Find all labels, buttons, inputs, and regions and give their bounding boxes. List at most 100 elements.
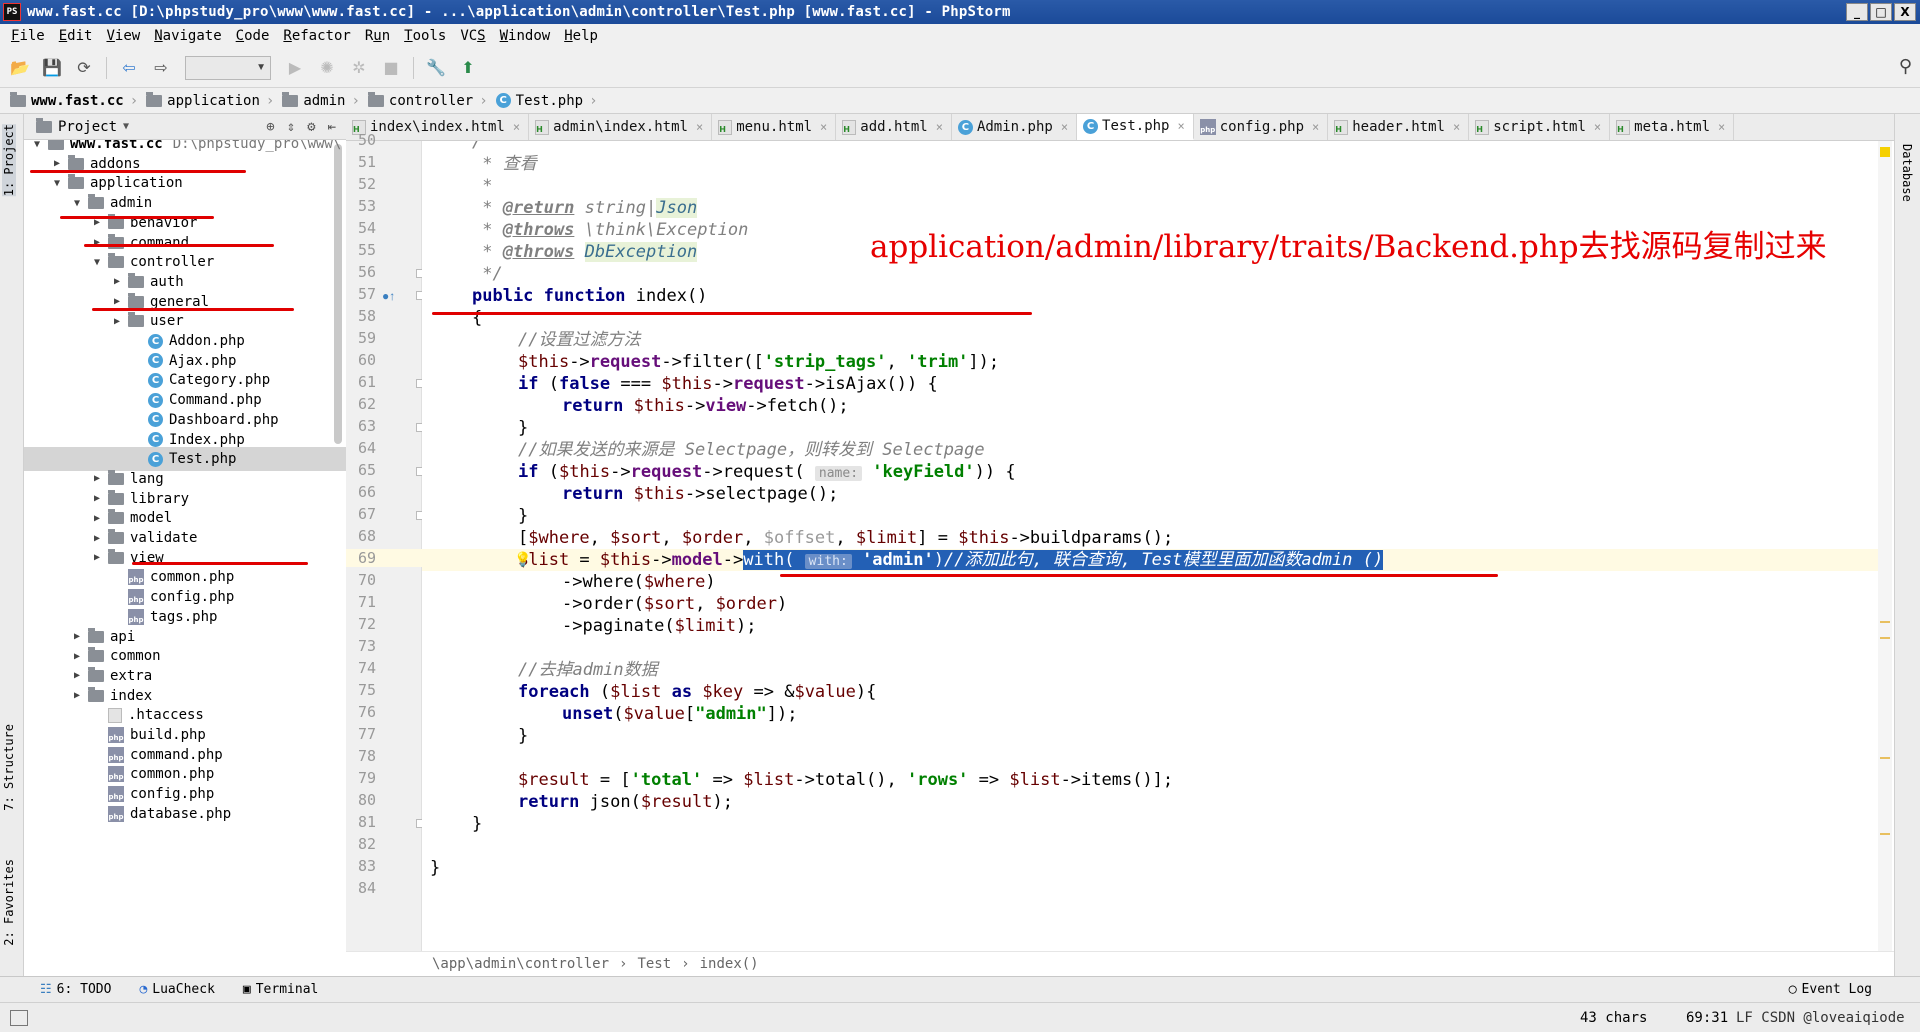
tool-tab-favorites[interactable]: 2: Favorites bbox=[2, 859, 16, 946]
run-configuration-select[interactable]: ▼ bbox=[185, 55, 271, 80]
error-stripe[interactable] bbox=[1878, 141, 1892, 951]
close-tab-icon[interactable]: × bbox=[1453, 120, 1460, 134]
minimize-button[interactable]: _ bbox=[1846, 3, 1868, 21]
stop-icon[interactable]: ■ bbox=[377, 54, 405, 82]
gear-icon[interactable]: ⚙ bbox=[307, 119, 315, 135]
sync-icon[interactable]: ⟳ bbox=[70, 54, 98, 82]
tool-tab-project[interactable]: 1: Project bbox=[2, 124, 16, 197]
crumb-class[interactable]: Test bbox=[637, 956, 671, 972]
chevron-right-icon[interactable]: ▶ bbox=[110, 276, 124, 287]
close-tab-icon[interactable]: × bbox=[1312, 120, 1319, 134]
hide-panel-icon[interactable]: ⇤ bbox=[328, 119, 336, 135]
tree-item-label: Command.php bbox=[169, 392, 262, 409]
editor-tab[interactable]: Hadmin\index.html × bbox=[529, 114, 713, 140]
close-tab-icon[interactable]: × bbox=[1594, 120, 1601, 134]
editor-tab[interactable]: Hmenu.html × bbox=[712, 114, 837, 140]
dropdown-arrow-icon[interactable]: ▼ bbox=[123, 121, 129, 132]
folder-icon bbox=[108, 529, 124, 544]
event-log-button[interactable]: ◯ Event Log bbox=[1789, 982, 1872, 997]
close-tab-icon[interactable]: × bbox=[1177, 119, 1184, 133]
locate-target-icon[interactable]: ⊕ bbox=[266, 119, 274, 135]
breadcrumb-item[interactable]: C Test.php bbox=[495, 93, 589, 109]
editor-tab[interactable]: php config.php × bbox=[1194, 114, 1329, 140]
chevron-right-icon[interactable]: ▶ bbox=[70, 631, 84, 642]
chevron-right-icon[interactable]: ▶ bbox=[70, 670, 84, 681]
open-folder-icon[interactable]: 📂 bbox=[6, 54, 34, 82]
menu-item-7[interactable]: Tools bbox=[397, 28, 453, 44]
tree-item[interactable]: php database.php bbox=[24, 802, 346, 826]
tool-tab-structure[interactable]: 7: Structure bbox=[2, 724, 16, 811]
tree-item-label: library bbox=[130, 490, 190, 507]
breadcrumb-item[interactable]: application bbox=[146, 91, 266, 109]
editor-tab[interactable]: C Admin.php × bbox=[952, 114, 1078, 140]
status-bar: 43 chars 69:31 LF CSDN @loveaiqiode bbox=[0, 1002, 1920, 1032]
editor-tab[interactable]: Hscript.html × bbox=[1469, 114, 1611, 140]
menu-item-1[interactable]: Edit bbox=[52, 28, 100, 44]
chevron-right-icon[interactable]: ▶ bbox=[70, 690, 84, 701]
chevron-right-icon[interactable]: ▶ bbox=[90, 513, 104, 524]
debug-icon[interactable]: ✺ bbox=[313, 54, 341, 82]
chevron-right-icon[interactable]: ▶ bbox=[70, 651, 84, 662]
chevron-right-icon[interactable]: ▶ bbox=[90, 493, 104, 504]
line-number: 82 bbox=[357, 835, 376, 853]
close-button[interactable]: X bbox=[1894, 3, 1916, 21]
caret-position[interactable]: 69:31 bbox=[1686, 1010, 1728, 1026]
editor-tab[interactable]: Hadd.html × bbox=[836, 114, 952, 140]
settings-wrench-icon[interactable]: 🔧 bbox=[422, 54, 450, 82]
editor-tab[interactable]: C Test.php × bbox=[1077, 114, 1194, 140]
save-all-icon[interactable]: 💾 bbox=[38, 54, 66, 82]
lightbulb-icon[interactable]: 💡 bbox=[514, 551, 531, 568]
menu-item-2[interactable]: View bbox=[99, 28, 147, 44]
close-tab-icon[interactable]: × bbox=[1061, 120, 1068, 134]
editor-tab[interactable]: Hmeta.html × bbox=[1610, 114, 1735, 140]
collapse-all-icon[interactable]: ⇕ bbox=[287, 119, 295, 135]
todo-tool-button[interactable]: ☷ 6: TODO bbox=[40, 982, 111, 997]
editor-tab[interactable]: Hheader.html × bbox=[1328, 114, 1470, 140]
crumb-method[interactable]: index() bbox=[700, 956, 759, 972]
line-number: 56 bbox=[357, 263, 376, 281]
chevron-down-icon[interactable]: ▼ bbox=[30, 140, 44, 150]
chevron-right-icon[interactable]: ▶ bbox=[90, 473, 104, 484]
chevron-right-icon[interactable]: ▶ bbox=[90, 533, 104, 544]
search-icon[interactable]: ⚲ bbox=[1899, 56, 1912, 77]
chevron-down-icon[interactable]: ▼ bbox=[70, 198, 84, 209]
project-panel-title[interactable]: Project bbox=[58, 119, 117, 135]
breadcrumb-item[interactable]: admin bbox=[282, 91, 351, 109]
menu-item-9[interactable]: Window bbox=[493, 28, 558, 44]
project-structure-icon[interactable]: ⬆ bbox=[454, 54, 482, 82]
override-marker-icon[interactable]: ●↑ bbox=[382, 289, 395, 303]
chevron-right-icon[interactable]: ▶ bbox=[50, 158, 64, 169]
chevron-down-icon[interactable]: ▼ bbox=[90, 257, 104, 268]
breadcrumb-item[interactable]: controller bbox=[367, 91, 479, 109]
coverage-icon[interactable]: ✲ bbox=[345, 54, 373, 82]
menu-item-8[interactable]: VCS bbox=[453, 28, 492, 44]
menu-item-6[interactable]: Run bbox=[358, 28, 397, 44]
close-tab-icon[interactable]: × bbox=[513, 120, 520, 134]
crumb-namespace[interactable]: \app\admin\controller bbox=[432, 956, 609, 972]
maximize-button[interactable]: □ bbox=[1870, 3, 1892, 21]
breadcrumb-item[interactable]: www.fast.cc bbox=[10, 91, 130, 109]
close-tab-icon[interactable]: × bbox=[820, 120, 827, 134]
menu-item-4[interactable]: Code bbox=[229, 28, 277, 44]
tool-tab-database[interactable]: Database bbox=[1900, 144, 1914, 202]
chevron-down-icon[interactable]: ▼ bbox=[50, 178, 64, 189]
tree-item-path: D:\phpstudy_pro\www\ bbox=[172, 140, 342, 152]
toggle-tool-windows-icon[interactable] bbox=[10, 1009, 28, 1026]
menu-item-10[interactable]: Help bbox=[557, 28, 605, 44]
menu-item-0[interactable]: File bbox=[4, 28, 52, 44]
underline-application bbox=[60, 216, 214, 219]
chevron-right-icon[interactable]: ▶ bbox=[110, 316, 124, 327]
class-file-icon: C bbox=[1083, 118, 1099, 134]
menu-item-3[interactable]: Navigate bbox=[147, 28, 228, 44]
close-tab-icon[interactable]: × bbox=[1718, 120, 1725, 134]
back-arrow-icon[interactable]: ⇦ bbox=[115, 54, 143, 82]
menu-item-5[interactable]: Refactor bbox=[276, 28, 357, 44]
terminal-tool-button[interactable]: ▣ Terminal bbox=[243, 982, 318, 997]
forward-arrow-icon[interactable]: ⇨ bbox=[147, 54, 175, 82]
chevron-right-icon[interactable]: ▶ bbox=[90, 552, 104, 563]
run-icon[interactable]: ▶ bbox=[281, 54, 309, 82]
luacheck-tool-button[interactable]: ◔ LuaCheck bbox=[139, 982, 214, 997]
close-tab-icon[interactable]: × bbox=[696, 120, 703, 134]
chevron-right-icon[interactable]: ▶ bbox=[110, 296, 124, 307]
close-tab-icon[interactable]: × bbox=[936, 120, 943, 134]
